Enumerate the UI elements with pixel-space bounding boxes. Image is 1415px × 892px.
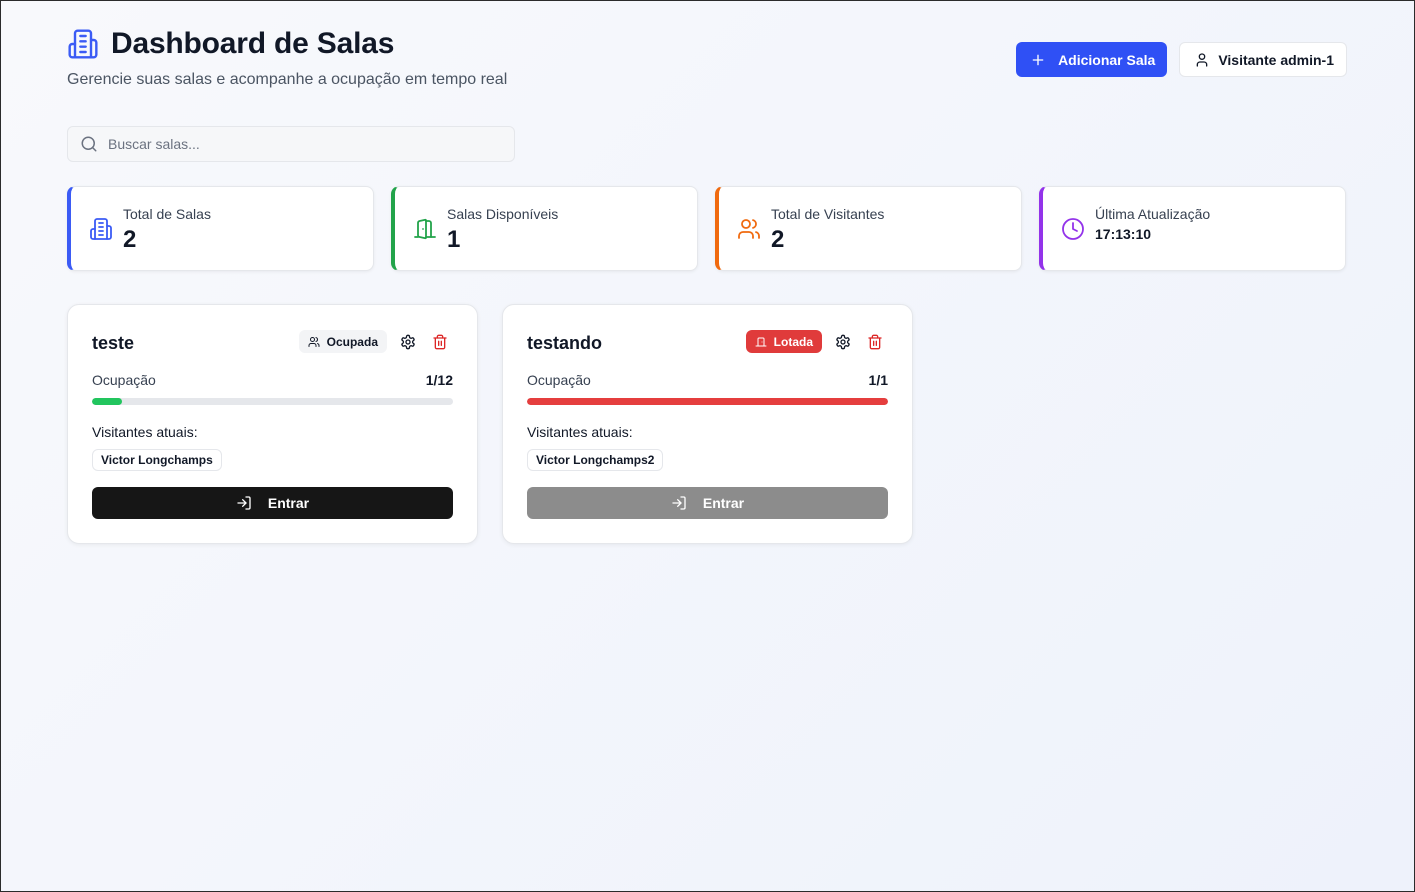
building-icon bbox=[90, 218, 112, 240]
header-actions: Adicionar Sala Visitante admin-1 bbox=[1016, 42, 1347, 77]
occupancy-bar-fill bbox=[527, 398, 888, 405]
room-card: testando Lotada Ocupação 1/1 Visitantes … bbox=[502, 304, 913, 544]
search-box bbox=[67, 126, 515, 162]
delete-button[interactable] bbox=[429, 331, 451, 353]
stat-last-update: Última Atualização 17:13:10 bbox=[1039, 186, 1346, 271]
clock-icon bbox=[1062, 218, 1084, 240]
gear-icon bbox=[836, 334, 850, 349]
add-room-button[interactable]: Adicionar Sala bbox=[1016, 42, 1168, 77]
occupancy-bar bbox=[527, 398, 888, 405]
status-badge: Lotada bbox=[745, 330, 822, 353]
stat-available-rooms: Salas Disponíveis 1 bbox=[391, 186, 698, 271]
trash-icon bbox=[868, 334, 882, 349]
trash-icon bbox=[433, 334, 447, 349]
settings-button[interactable] bbox=[397, 331, 419, 353]
status-badge: Ocupada bbox=[298, 330, 387, 353]
occupancy-value: 1/1 bbox=[868, 372, 888, 388]
room-card: teste Ocupada Ocupação 1/12 Visitantes a… bbox=[67, 304, 478, 544]
occupancy-value: 1/12 bbox=[425, 372, 453, 388]
gear-icon bbox=[401, 334, 415, 349]
rooms-grid: teste Ocupada Ocupação 1/12 Visitantes a… bbox=[67, 304, 913, 544]
users-icon bbox=[308, 336, 320, 347]
stat-total-rooms: Total de Salas 2 bbox=[67, 186, 374, 271]
visitors-label: Visitantes atuais: bbox=[92, 424, 198, 440]
enter-button[interactable]: Entrar bbox=[92, 487, 453, 519]
room-name: teste bbox=[92, 333, 135, 353]
stat-total-visitors: Total de Visitantes 2 bbox=[715, 186, 1022, 271]
plus-icon bbox=[1032, 54, 1044, 65]
user-label: Visitante admin-1 bbox=[1218, 51, 1334, 68]
search-input[interactable] bbox=[108, 136, 488, 152]
stat-label: Última Atualização bbox=[1095, 206, 1211, 222]
status-label: Ocupada bbox=[326, 334, 378, 349]
room-actions: Lotada bbox=[745, 330, 886, 353]
door-closed-icon bbox=[755, 337, 767, 346]
stats-row: Total de Salas 2 Salas Disponíveis 1 Tot… bbox=[67, 186, 1347, 271]
settings-button[interactable] bbox=[832, 331, 854, 353]
visitor-list: Victor Longchamps2 bbox=[527, 449, 664, 471]
room-actions: Ocupada bbox=[298, 330, 451, 353]
stat-value: 1 bbox=[447, 226, 461, 253]
add-room-label: Adicionar Sala bbox=[1058, 51, 1156, 68]
stat-value: 2 bbox=[771, 226, 785, 253]
delete-button[interactable] bbox=[864, 331, 886, 353]
visitor-chip: Victor Longchamps bbox=[92, 449, 222, 471]
stat-value: 2 bbox=[123, 226, 137, 253]
occupancy-bar bbox=[92, 398, 453, 405]
users-icon bbox=[738, 219, 760, 239]
door-open-icon bbox=[414, 218, 436, 240]
visitors-label: Visitantes atuais: bbox=[527, 424, 633, 440]
log-in-icon bbox=[237, 496, 251, 510]
occupancy-label: Ocupação bbox=[92, 372, 156, 388]
log-in-icon bbox=[672, 496, 686, 510]
enter-button[interactable]: Entrar bbox=[527, 487, 888, 519]
user-button[interactable]: Visitante admin-1 bbox=[1179, 42, 1347, 77]
stat-label: Total de Salas bbox=[123, 206, 211, 222]
search-icon bbox=[81, 136, 97, 152]
occupancy-bar-fill bbox=[92, 398, 123, 405]
room-name: testando bbox=[527, 333, 603, 353]
stat-label: Total de Visitantes bbox=[771, 206, 885, 222]
stat-label: Salas Disponíveis bbox=[447, 206, 559, 222]
visitor-list: Victor Longchamps bbox=[92, 449, 222, 471]
enter-label: Entrar bbox=[267, 495, 310, 511]
enter-label: Entrar bbox=[702, 495, 745, 511]
status-label: Lotada bbox=[773, 334, 813, 349]
visitor-chip: Victor Longchamps2 bbox=[527, 449, 664, 471]
stat-value: 17:13:10 bbox=[1095, 226, 1152, 242]
user-icon bbox=[1196, 52, 1208, 67]
page-title: Dashboard de Salas bbox=[111, 27, 395, 60]
building-icon bbox=[68, 29, 98, 59]
occupancy-label: Ocupação bbox=[527, 372, 591, 388]
page-header: Dashboard de Salas Gerencie suas salas e… bbox=[67, 27, 1347, 97]
